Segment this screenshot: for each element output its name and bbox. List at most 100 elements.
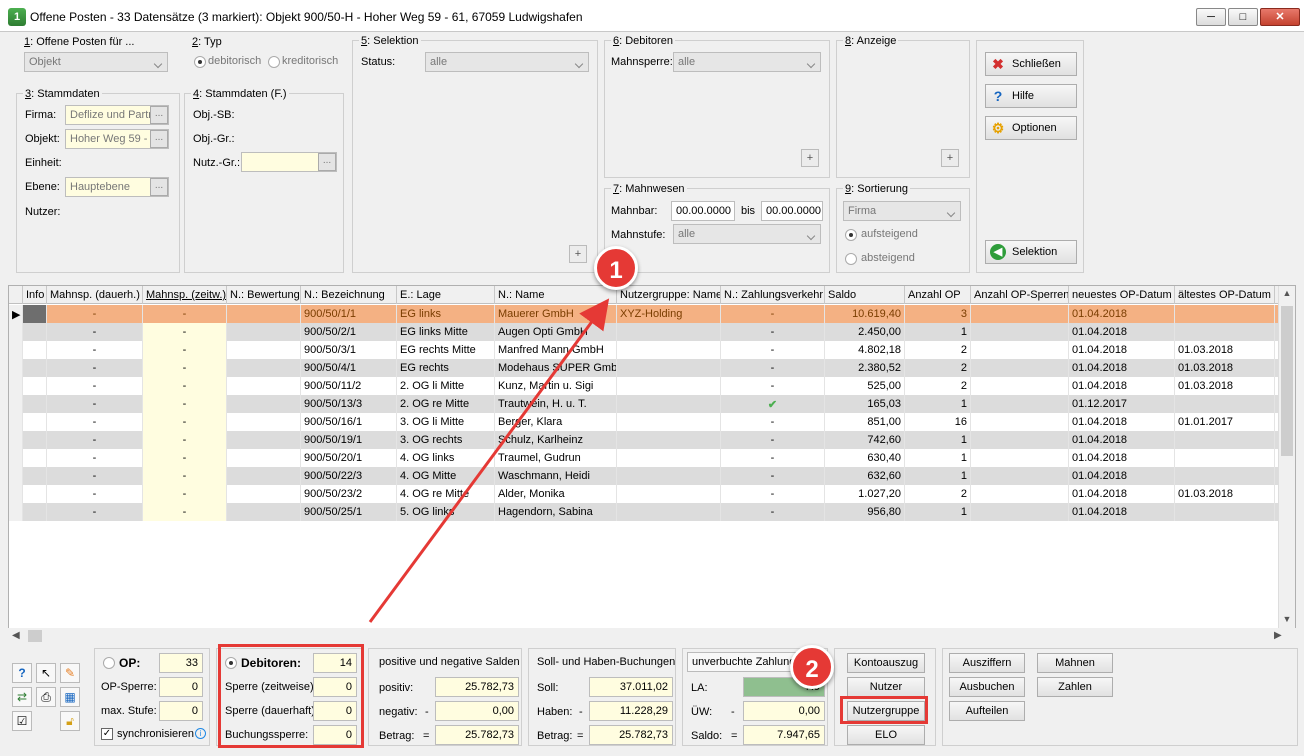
- table-row[interactable]: - -900/50/20/1 4. OG links Traumel, Gudrun -…: [9, 449, 1279, 467]
- selektion-button[interactable]: ◀ Selektion: [985, 240, 1077, 264]
- ausbuchen-button[interactable]: Ausbuchen: [949, 677, 1025, 697]
- table-row[interactable]: - -900/50/22/3 4. OG Mitte Waschmann, Heidi…: [9, 467, 1279, 485]
- table-row[interactable]: ▶ - -900/50/1/1 EG links Mauerer GmbH XYZ-Hol…: [9, 305, 1279, 323]
- debitoren-add-button[interactable]: +: [801, 149, 819, 167]
- table-cell: 2: [905, 485, 971, 503]
- scroll-right-icon[interactable]: ▶: [1274, 630, 1282, 641]
- column-header[interactable]: Nutzergruppe: Name: [617, 286, 721, 304]
- optionen-button[interactable]: ⚙ Optionen: [985, 116, 1077, 140]
- table-cell: Schulz, Karlheinz: [495, 431, 617, 449]
- minimize-button[interactable]: ─: [1196, 8, 1226, 26]
- elo-button[interactable]: ELO: [847, 725, 925, 745]
- info-icon[interactable]: i: [195, 728, 206, 739]
- column-header[interactable]: N.: Zahlungsverkehr: [721, 286, 825, 304]
- objekt-lookup-button[interactable]: ...: [150, 130, 168, 148]
- close-button[interactable]: ✕: [1260, 8, 1300, 26]
- column-header[interactable]: N.: Bewertung: [227, 286, 301, 304]
- column-header[interactable]: E.: Lage: [397, 286, 495, 304]
- table-cell: 2. OG re Mitte: [397, 395, 495, 413]
- table-cell: 1: [905, 431, 971, 449]
- pointer-icon[interactable]: ↖: [36, 663, 56, 683]
- row-indicator[interactable]: [9, 485, 23, 503]
- maximize-button[interactable]: □: [1228, 8, 1258, 26]
- row-indicator[interactable]: [9, 431, 23, 449]
- scroll-down-icon[interactable]: ▼: [1281, 614, 1293, 626]
- column-header[interactable]: ältestes OP-Datum: [1175, 286, 1275, 304]
- selektion-add-button[interactable]: +: [569, 245, 587, 263]
- mahnsperre-combo[interactable]: alle: [673, 52, 821, 72]
- highlight-debitoren: [218, 644, 364, 748]
- firma-lookup-button[interactable]: ...: [150, 106, 168, 124]
- mahnbar-from-field[interactable]: 00.00.0000: [671, 201, 735, 221]
- mahnen-button[interactable]: Mahnen: [1037, 653, 1113, 673]
- column-header[interactable]: N.: Name: [495, 286, 617, 304]
- help-icon[interactable]: ?: [12, 663, 32, 683]
- pencil-icon[interactable]: ✎: [60, 663, 80, 683]
- row-indicator[interactable]: [9, 359, 23, 377]
- kontoauszug-button[interactable]: Kontoauszug: [847, 653, 925, 673]
- refresh-icon[interactable]: ⇄: [12, 687, 32, 707]
- print-icon[interactable]: ⎙: [36, 687, 56, 707]
- ausziffern-button[interactable]: Ausziffern: [949, 653, 1025, 673]
- column-header[interactable]: Info: [23, 286, 47, 304]
- scroll-left-icon[interactable]: ◀: [12, 630, 20, 641]
- table-row[interactable]: - -900/50/4/1 EG rechts Modehaus SUPER Gmbl…: [9, 359, 1279, 377]
- table-row[interactable]: - -900/50/25/1 5. OG links Hagendorn, Sabin…: [9, 503, 1279, 521]
- ebene-lookup-button[interactable]: ...: [150, 178, 168, 196]
- table-cell: 1: [905, 503, 971, 521]
- scroll-up-icon[interactable]: ▲: [1281, 288, 1293, 300]
- aufteilen-button[interactable]: Aufteilen: [949, 701, 1025, 721]
- column-header[interactable]: N.: Bezeichnung: [301, 286, 397, 304]
- column-header[interactable]: neuestes OP-Datum: [1069, 286, 1175, 304]
- vertical-scrollbar[interactable]: ▲ ▼: [1278, 286, 1295, 629]
- row-indicator[interactable]: ▶: [9, 305, 23, 323]
- table-row[interactable]: - -900/50/16/1 3. OG li Mitte Berger, Klara…: [9, 413, 1279, 431]
- sync-checkbox[interactable]: ✓: [101, 728, 113, 740]
- table-row[interactable]: - -900/50/23/2 4. OG re Mitte Alder, Monika…: [9, 485, 1279, 503]
- nutz-gr-lookup-button[interactable]: ...: [318, 153, 336, 171]
- column-header[interactable]: Mahnsp. (dauerh.): [47, 286, 143, 304]
- table-row[interactable]: - - 900/50/13/3 2. OG re Mitte Trautwein, H.…: [9, 395, 1279, 413]
- status-combo[interactable]: alle: [425, 52, 589, 72]
- data-grid[interactable]: Info Mahnsp. (dauerh.) Mahnsp. (zeitw.) N.:…: [8, 285, 1296, 630]
- radio-op[interactable]: [103, 657, 115, 669]
- mahnbar-to-field[interactable]: 00.00.0000: [761, 201, 823, 221]
- table-row[interactable]: - -900/50/19/1 3. OG rechts Schulz, Karlhei…: [9, 431, 1279, 449]
- row-indicator[interactable]: [9, 377, 23, 395]
- table-cell: 01.04.2018: [1069, 467, 1175, 485]
- scroll-thumb[interactable]: [1281, 306, 1293, 456]
- hscroll-thumb[interactable]: [28, 630, 42, 642]
- row-indicator[interactable]: [9, 395, 23, 413]
- column-header[interactable]: Anzahl OP-Sperren: [971, 286, 1069, 304]
- legend-text: : Anzeige: [851, 35, 897, 47]
- row-indicator[interactable]: [9, 341, 23, 359]
- table-row[interactable]: - -900/50/3/1 EG rechts Mitte Manfred Mann …: [9, 341, 1279, 359]
- offene-posten-combo[interactable]: Objekt: [24, 52, 168, 72]
- radio-aufsteigend[interactable]: [845, 229, 857, 241]
- schliessen-button[interactable]: ✖ Schließen: [985, 52, 1077, 76]
- column-header[interactable]: Saldo: [825, 286, 905, 304]
- radio-absteigend[interactable]: [845, 253, 857, 265]
- row-indicator[interactable]: [9, 503, 23, 521]
- checkbox-icon[interactable]: ☑: [12, 711, 32, 731]
- horizontal-scrollbar[interactable]: ◀ ▶: [8, 628, 1296, 645]
- radio-kreditorisch[interactable]: [268, 56, 280, 68]
- hilfe-button[interactable]: ? Hilfe: [985, 84, 1077, 108]
- table-row[interactable]: - -900/50/11/2 2. OG li Mitte Kunz, Martin …: [9, 377, 1279, 395]
- column-header[interactable]: Mahnsp. (zeitw.): [143, 286, 227, 304]
- column-header[interactable]: Anzahl OP: [905, 286, 971, 304]
- lock-icon[interactable]: 🔓︎: [60, 711, 80, 731]
- table-row[interactable]: - -900/50/2/1 EG links Mitte Augen Opti Gmb…: [9, 323, 1279, 341]
- nutzer-button[interactable]: Nutzer: [847, 677, 925, 697]
- row-indicator[interactable]: [9, 467, 23, 485]
- sortierung-combo[interactable]: Firma: [843, 201, 961, 221]
- radio-debitorisch[interactable]: [194, 56, 206, 68]
- legend-text: : Sortierung: [851, 183, 908, 195]
- row-indicator[interactable]: [9, 413, 23, 431]
- zahlen-button[interactable]: Zahlen: [1037, 677, 1113, 697]
- grid-icon[interactable]: ▦: [60, 687, 80, 707]
- anzeige-add-button[interactable]: +: [941, 149, 959, 167]
- mahnstufe-combo[interactable]: alle: [673, 224, 821, 244]
- row-indicator[interactable]: [9, 449, 23, 467]
- row-indicator[interactable]: [9, 323, 23, 341]
